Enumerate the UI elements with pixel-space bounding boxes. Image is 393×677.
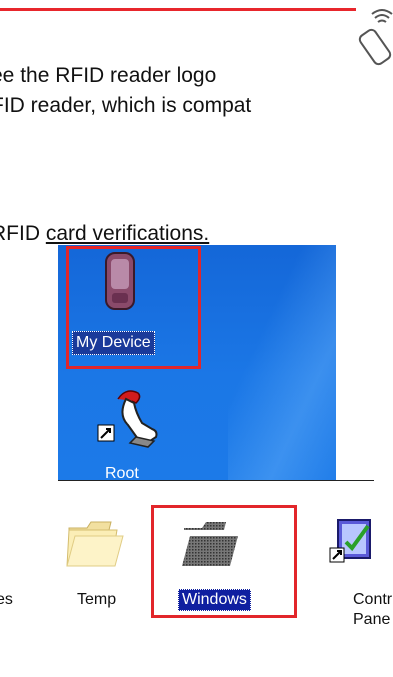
- doc-line-2: FID reader, which is compat: [0, 94, 252, 117]
- doc-line-3-underlined: card verifications.: [45, 222, 210, 245]
- folder-label-temp[interactable]: Temp: [77, 590, 116, 610]
- my-device-highlight: [66, 246, 201, 369]
- rfid-reader-icon: [356, 0, 393, 82]
- folder-label-control-panel-line2[interactable]: Pane: [353, 610, 390, 630]
- doc-line-1: ee the RFID reader logo: [0, 64, 217, 87]
- doc-line-3: RFID card verifications.: [0, 222, 209, 246]
- root-label[interactable]: Root: [102, 463, 142, 481]
- root-shortcut-icon[interactable]: [96, 385, 166, 455]
- top-red-rule: [0, 8, 356, 11]
- folder-icon[interactable]: [65, 516, 125, 577]
- doc-line-3-prefix: RFID: [0, 222, 40, 245]
- divider: [58, 480, 374, 481]
- folder-label-control-panel[interactable]: Contr: [353, 590, 392, 610]
- folder-label[interactable]: es: [0, 590, 13, 610]
- control-panel-icon[interactable]: [328, 508, 378, 573]
- desktop-shine: [228, 245, 336, 481]
- windows-folder-highlight: [151, 505, 297, 618]
